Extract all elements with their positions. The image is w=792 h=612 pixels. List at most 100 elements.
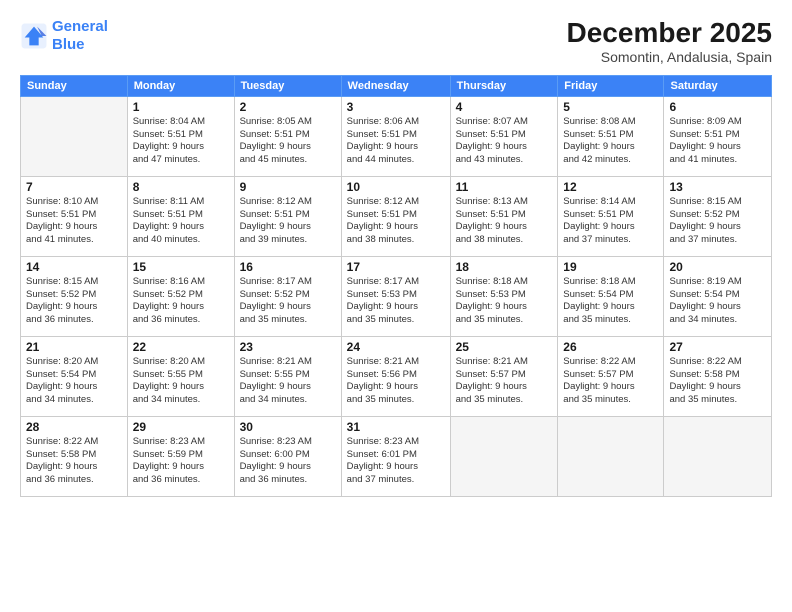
day-number: 23 [240, 340, 336, 354]
logo-line2: Blue [52, 36, 108, 54]
day-number: 9 [240, 180, 336, 194]
day-number: 26 [563, 340, 658, 354]
day-info: Sunrise: 8:21 AM Sunset: 5:55 PM Dayligh… [240, 356, 336, 407]
day-number: 28 [26, 420, 122, 434]
day-info: Sunrise: 8:12 AM Sunset: 5:51 PM Dayligh… [347, 196, 445, 247]
day-number: 5 [563, 100, 658, 114]
day-info: Sunrise: 8:17 AM Sunset: 5:53 PM Dayligh… [347, 276, 445, 327]
day-number: 22 [133, 340, 229, 354]
day-info: Sunrise: 8:18 AM Sunset: 5:54 PM Dayligh… [563, 276, 658, 327]
day-info: Sunrise: 8:12 AM Sunset: 5:51 PM Dayligh… [240, 196, 336, 247]
calendar: Sunday Monday Tuesday Wednesday Thursday… [20, 75, 772, 497]
day-number: 25 [456, 340, 553, 354]
day-number: 31 [347, 420, 445, 434]
day-info: Sunrise: 8:13 AM Sunset: 5:51 PM Dayligh… [456, 196, 553, 247]
day-info: Sunrise: 8:21 AM Sunset: 5:57 PM Dayligh… [456, 356, 553, 407]
day-info: Sunrise: 8:10 AM Sunset: 5:51 PM Dayligh… [26, 196, 122, 247]
day-info: Sunrise: 8:22 AM Sunset: 5:58 PM Dayligh… [26, 436, 122, 487]
calendar-cell: 21 Sunrise: 8:20 AM Sunset: 5:54 PM Dayli… [21, 336, 128, 416]
day-number: 16 [240, 260, 336, 274]
day-number: 17 [347, 260, 445, 274]
day-number: 7 [26, 180, 122, 194]
day-number: 21 [26, 340, 122, 354]
calendar-cell: 3 Sunrise: 8:06 AM Sunset: 5:51 PM Daylig… [341, 96, 450, 176]
calendar-cell: 22 Sunrise: 8:20 AM Sunset: 5:55 PM Dayli… [127, 336, 234, 416]
calendar-cell: 20 Sunrise: 8:19 AM Sunset: 5:54 PM Dayli… [664, 256, 772, 336]
day-info: Sunrise: 8:20 AM Sunset: 5:54 PM Dayligh… [26, 356, 122, 407]
calendar-cell: 31Sunrise: 8:23 AM Sunset: 6:01 PM Dayli… [341, 416, 450, 496]
day-info: Sunrise: 8:21 AM Sunset: 5:56 PM Dayligh… [347, 356, 445, 407]
logo-line1: General [52, 18, 108, 36]
day-info: Sunrise: 8:05 AM Sunset: 5:51 PM Dayligh… [240, 116, 336, 167]
calendar-cell: 5 Sunrise: 8:08 AM Sunset: 5:51 PM Daylig… [558, 96, 664, 176]
calendar-cell: 28 Sunrise: 8:22 AM Sunset: 5:58 PM Dayli… [21, 416, 128, 496]
calendar-cell: 17 Sunrise: 8:17 AM Sunset: 5:53 PM Dayli… [341, 256, 450, 336]
calendar-cell: 27 Sunrise: 8:22 AM Sunset: 5:58 PM Dayli… [664, 336, 772, 416]
calendar-cell: 19 Sunrise: 8:18 AM Sunset: 5:54 PM Dayli… [558, 256, 664, 336]
day-number: 10 [347, 180, 445, 194]
day-number: 20 [669, 260, 766, 274]
page: General Blue December 2025 Somontin, And… [0, 0, 792, 612]
col-sunday: Sunday [21, 75, 128, 96]
calendar-cell: 10 Sunrise: 8:12 AM Sunset: 5:51 PM Dayli… [341, 176, 450, 256]
day-info: Sunrise: 8:15 AM Sunset: 5:52 PM Dayligh… [669, 196, 766, 247]
calendar-cell [21, 96, 128, 176]
day-info: Sunrise: 8:16 AM Sunset: 5:52 PM Dayligh… [133, 276, 229, 327]
day-info: Sunrise: 8:23 AM Sunset: 6:00 PM Dayligh… [240, 436, 336, 487]
week-row-2: 7 Sunrise: 8:10 AM Sunset: 5:51 PM Daylig… [21, 176, 772, 256]
calendar-cell: 16 Sunrise: 8:17 AM Sunset: 5:52 PM Dayli… [234, 256, 341, 336]
week-row-1: 1Sunrise: 8:04 AM Sunset: 5:51 PM Daylig… [21, 96, 772, 176]
calendar-cell: 9 Sunrise: 8:12 AM Sunset: 5:51 PM Daylig… [234, 176, 341, 256]
calendar-cell: 13Sunrise: 8:15 AM Sunset: 5:52 PM Dayli… [664, 176, 772, 256]
calendar-cell: 26 Sunrise: 8:22 AM Sunset: 5:57 PM Dayli… [558, 336, 664, 416]
week-row-5: 28 Sunrise: 8:22 AM Sunset: 5:58 PM Dayli… [21, 416, 772, 496]
calendar-cell: 29 Sunrise: 8:23 AM Sunset: 5:59 PM Dayli… [127, 416, 234, 496]
day-number: 14 [26, 260, 122, 274]
week-row-3: 14 Sunrise: 8:15 AM Sunset: 5:52 PM Dayli… [21, 256, 772, 336]
calendar-cell: 15Sunrise: 8:16 AM Sunset: 5:52 PM Dayli… [127, 256, 234, 336]
calendar-cell: 8 Sunrise: 8:11 AM Sunset: 5:51 PM Daylig… [127, 176, 234, 256]
day-number: 27 [669, 340, 766, 354]
day-info: Sunrise: 8:20 AM Sunset: 5:55 PM Dayligh… [133, 356, 229, 407]
calendar-cell: 14 Sunrise: 8:15 AM Sunset: 5:52 PM Dayli… [21, 256, 128, 336]
calendar-cell: 12 Sunrise: 8:14 AM Sunset: 5:51 PM Dayli… [558, 176, 664, 256]
calendar-cell [664, 416, 772, 496]
day-number: 24 [347, 340, 445, 354]
day-info: Sunrise: 8:15 AM Sunset: 5:52 PM Dayligh… [26, 276, 122, 327]
calendar-cell: 1Sunrise: 8:04 AM Sunset: 5:51 PM Daylig… [127, 96, 234, 176]
day-number: 12 [563, 180, 658, 194]
location: Somontin, Andalusia, Spain [567, 49, 772, 65]
logo-icon [20, 22, 48, 50]
day-info: Sunrise: 8:11 AM Sunset: 5:51 PM Dayligh… [133, 196, 229, 247]
calendar-cell [450, 416, 558, 496]
day-number: 3 [347, 100, 445, 114]
day-info: Sunrise: 8:18 AM Sunset: 5:53 PM Dayligh… [456, 276, 553, 327]
col-friday: Friday [558, 75, 664, 96]
day-number: 30 [240, 420, 336, 434]
day-number: 8 [133, 180, 229, 194]
col-saturday: Saturday [664, 75, 772, 96]
day-info: Sunrise: 8:23 AM Sunset: 5:59 PM Dayligh… [133, 436, 229, 487]
day-info: Sunrise: 8:22 AM Sunset: 5:58 PM Dayligh… [669, 356, 766, 407]
header: General Blue December 2025 Somontin, And… [20, 18, 772, 65]
calendar-cell: 25 Sunrise: 8:21 AM Sunset: 5:57 PM Dayli… [450, 336, 558, 416]
calendar-cell: 23 Sunrise: 8:21 AM Sunset: 5:55 PM Dayli… [234, 336, 341, 416]
day-number: 11 [456, 180, 553, 194]
calendar-cell: 18 Sunrise: 8:18 AM Sunset: 5:53 PM Dayli… [450, 256, 558, 336]
day-number: 18 [456, 260, 553, 274]
day-info: Sunrise: 8:19 AM Sunset: 5:54 PM Dayligh… [669, 276, 766, 327]
col-wednesday: Wednesday [341, 75, 450, 96]
col-tuesday: Tuesday [234, 75, 341, 96]
day-info: Sunrise: 8:14 AM Sunset: 5:51 PM Dayligh… [563, 196, 658, 247]
day-info: Sunrise: 8:07 AM Sunset: 5:51 PM Dayligh… [456, 116, 553, 167]
calendar-header-row: Sunday Monday Tuesday Wednesday Thursday… [21, 75, 772, 96]
day-info: Sunrise: 8:06 AM Sunset: 5:51 PM Dayligh… [347, 116, 445, 167]
day-info: Sunrise: 8:17 AM Sunset: 5:52 PM Dayligh… [240, 276, 336, 327]
col-thursday: Thursday [450, 75, 558, 96]
day-info: Sunrise: 8:22 AM Sunset: 5:57 PM Dayligh… [563, 356, 658, 407]
day-info: Sunrise: 8:08 AM Sunset: 5:51 PM Dayligh… [563, 116, 658, 167]
calendar-cell: 30 Sunrise: 8:23 AM Sunset: 6:00 PM Dayli… [234, 416, 341, 496]
calendar-cell: 2Sunrise: 8:05 AM Sunset: 5:51 PM Daylig… [234, 96, 341, 176]
day-number: 29 [133, 420, 229, 434]
day-number: 19 [563, 260, 658, 274]
